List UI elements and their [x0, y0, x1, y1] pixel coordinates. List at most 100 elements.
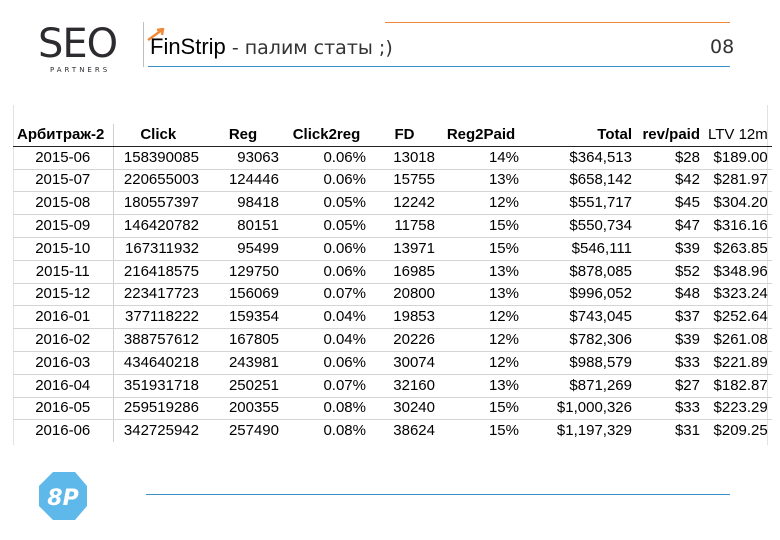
table-cell: 98418 [203, 191, 283, 216]
table-cell: $47 [636, 214, 704, 238]
badge-label: 8P [47, 486, 78, 511]
table-cell: 223417723 [112, 283, 203, 307]
table-cell: 15% [488, 422, 519, 440]
table-cell: $281.97 [704, 169, 772, 193]
table-cell: 388757612 [112, 328, 203, 352]
table-cell: 93063 [203, 146, 283, 170]
column-header: Total [523, 124, 636, 147]
table-cell: $348.96 [704, 260, 772, 284]
table-cell: $743,045 [523, 305, 636, 330]
page-title: FinStrip - палим статы ;) [150, 34, 393, 61]
table-cell: 250251 [203, 374, 283, 398]
table-cell: $39 [636, 328, 704, 352]
table-cell: $658,142 [523, 169, 636, 193]
table-cell: 0.07% [283, 283, 370, 307]
title-rest: - палим статы ;) [225, 37, 393, 59]
table-cell: $782,306 [523, 328, 636, 352]
table-cell: 2016-01 [13, 305, 113, 330]
table-cell: 351931718 [112, 374, 203, 398]
table-cell: $261.08 [704, 328, 772, 352]
column-header: Reg [203, 124, 283, 147]
table-row: 2016-05 259519286 200355 0.08% 30240 15% $1,00… [13, 397, 772, 421]
column-header: Click2reg [283, 124, 370, 147]
table-cell: 16985 [370, 260, 439, 284]
table-cell: 95499 [203, 237, 283, 261]
8p-badge-icon: 8P [39, 472, 87, 520]
title-underline [148, 66, 730, 67]
table-cell: 13971 [370, 237, 439, 261]
table-cell: 434640218 [112, 351, 203, 375]
bottom-line [146, 494, 730, 495]
table-row: 2015-11 216418575 129750 0.06% 16985 13% $878,… [13, 260, 772, 284]
table-row: 2015-12 223417723 156069 0.07% 20800 13% $996,… [13, 283, 772, 307]
table-cell: $1,197,329 [556, 422, 632, 440]
table-cell: 167311932 [112, 237, 203, 261]
table-cell: 80151 [203, 214, 283, 238]
table-row: 2015-07 220655003 124446 0.06% 15755 13% $658,… [13, 169, 772, 193]
table-header-row: Арбитраж-2 Click Reg Click2reg FD Reg2Paid Tot… [13, 124, 772, 147]
table-cell: 12242 [370, 191, 439, 216]
table-cell: 2015-09 [13, 214, 113, 238]
table-row: 2015-09 146420782 80151 0.05% 11758 15% $550,7… [13, 214, 772, 238]
table-cell: $48 [636, 283, 704, 307]
table-cell: $316.16 [704, 214, 772, 238]
header-divider [143, 22, 144, 67]
table-cell: $33 [636, 351, 704, 375]
table-cell: 13018 [370, 146, 439, 170]
table-cell: $252.64 [704, 305, 772, 330]
table-cell: 13% [439, 283, 523, 307]
column-header: rev/paid [636, 124, 704, 147]
table-cell: 0.06% [283, 169, 370, 193]
table-cell: 20800 [370, 283, 439, 307]
table-cell: 2015-12 [13, 283, 113, 307]
table-cell: $364,513 [523, 146, 636, 170]
table-cell: 15755 [370, 169, 439, 193]
table-cell: 0.05% [283, 191, 370, 216]
table-row: 2015-08 180557397 98418 0.05% 12242 12% $551,7… [13, 191, 772, 216]
table-cell: 342725942 [112, 419, 203, 443]
table-cell: 0.04% [283, 305, 370, 330]
table-cell: 377118222 [112, 305, 203, 330]
table-cell: $304.20 [704, 191, 772, 216]
table-cell: $263.85 [704, 237, 772, 261]
column-header: Reg2Paid [439, 124, 523, 147]
table-cell: 0.06% [283, 237, 370, 261]
table-cell: 12% [439, 191, 523, 216]
table-cell: 15% [439, 397, 523, 421]
table-cell: 11758 [370, 214, 439, 238]
column-header: Арбитраж-2 [13, 124, 113, 147]
table-cell: 2016-06 [35, 422, 91, 440]
table-cell: 2016-03 [13, 351, 113, 375]
table-cell: $223.29 [704, 397, 772, 421]
table-cell: 30240 [370, 397, 439, 421]
table-cell: $323.24 [704, 283, 772, 307]
table-cell: $221.89 [704, 351, 772, 375]
table-cell: 257490 [228, 422, 279, 440]
table-cell: 19853 [370, 305, 439, 330]
table-cell: $871,269 [523, 374, 636, 398]
table-cell: 2015-07 [13, 169, 113, 193]
table-cell: 32160 [370, 374, 439, 398]
table-cell: 216418575 [112, 260, 203, 284]
table-cell: $209.25 [713, 422, 768, 440]
table-cell: 20226 [370, 328, 439, 352]
table-cell: 0.05% [283, 214, 370, 238]
table-cell: 2016-04 [13, 374, 113, 398]
table-cell: 2015-11 [13, 260, 113, 284]
table-cell: 12% [439, 328, 523, 352]
table-cell: 13% [439, 260, 523, 284]
table-cell: $27 [636, 374, 704, 398]
table-cell: $31 [674, 422, 700, 440]
title-main: FinStrip [150, 34, 226, 59]
table-cell: 0.08% [283, 397, 370, 421]
table-cell: 0.06% [283, 260, 370, 284]
table-row: 2016-06 342725942 257490 0.08% 38624 15% $1,19… [13, 419, 772, 443]
table-cell: 2016-05 [13, 397, 113, 421]
table-cell: 243981 [203, 351, 283, 375]
table-cell: $182.87 [704, 374, 772, 398]
table-cell: 2015-10 [13, 237, 113, 261]
table-row: 2015-10 167311932 95499 0.06% 13971 15% $546,1… [13, 237, 772, 261]
table-cell: 129750 [203, 260, 283, 284]
table-cell: $546,111 [523, 237, 636, 261]
table-cell: 259519286 [112, 397, 203, 421]
